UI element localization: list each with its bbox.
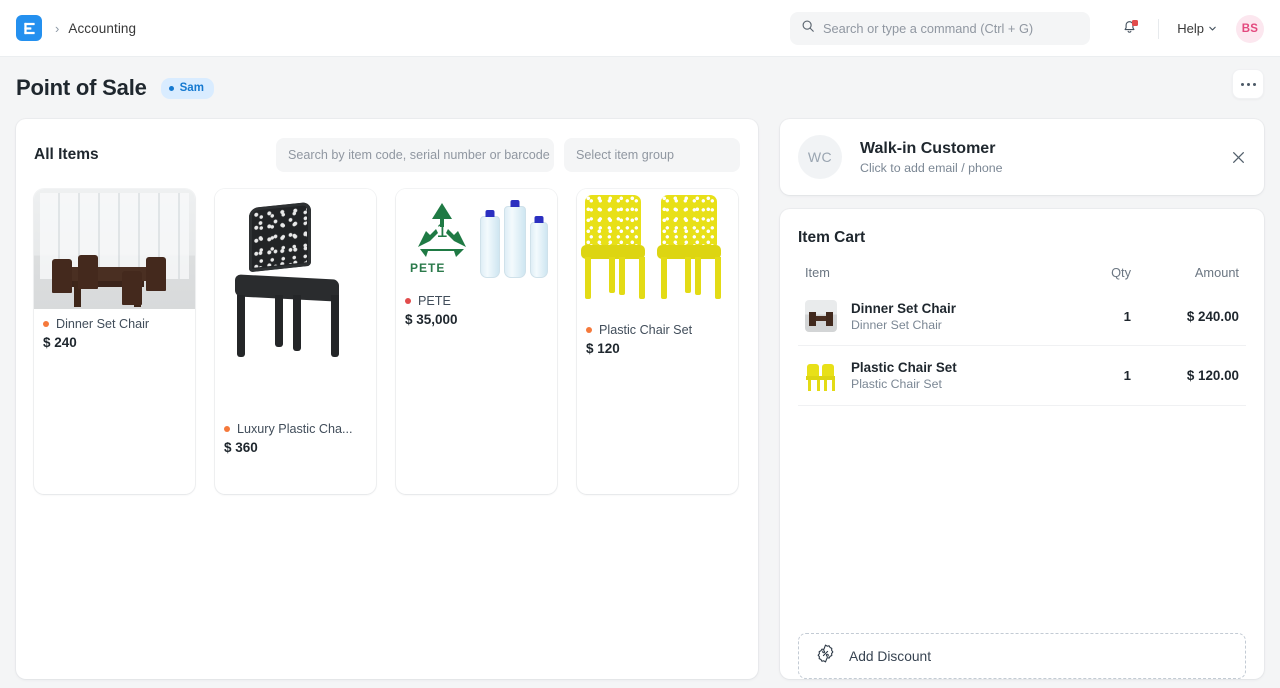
cart-item-description: Plastic Chair Set <box>851 377 1069 391</box>
cart-item-info: Plastic Chair Set Plastic Chair Set <box>851 360 1069 391</box>
page-more-menu-button[interactable] <box>1232 69 1264 99</box>
item-card[interactable]: Dinner Set Chair $ 240 <box>34 189 195 494</box>
plastic-chair-set-photo <box>577 189 738 315</box>
cart-item-name: Plastic Chair Set <box>851 360 1069 375</box>
help-label: Help <box>1177 21 1204 36</box>
erpnext-logo-icon[interactable] <box>16 15 42 41</box>
global-search-container: Search or type a command (Ctrl + G) <box>790 12 1090 45</box>
item-card[interactable]: Plastic Chair Set $ 120 <box>577 189 738 494</box>
pos-layout: All Items Search by item code, serial nu… <box>0 119 1280 679</box>
cart-row[interactable]: Dinner Set Chair Dinner Set Chair 1 $ 24… <box>798 286 1246 346</box>
item-card[interactable]: Luxury Plastic Cha... $ 360 <box>215 189 376 494</box>
dinner-set-chair-thumb <box>805 300 837 332</box>
customer-text: Walk-in Customer Click to add email / ph… <box>860 140 1003 175</box>
item-name-row: PETE <box>405 294 548 308</box>
cart-item-qty: 1 <box>1069 368 1131 383</box>
stock-indicator-dot <box>405 298 411 304</box>
ellipsis-icon-dot <box>1253 83 1256 86</box>
item-cart-panel: Item Cart Item Qty Amount Dinner Set Cha… <box>780 209 1264 679</box>
item-name-row: Luxury Plastic Cha... <box>224 422 367 436</box>
add-discount-label: Add Discount <box>849 649 931 664</box>
stock-indicator-dot <box>586 327 592 333</box>
page-title: Point of Sale <box>16 75 147 101</box>
pos-right-column: WC Walk-in Customer Click to add email /… <box>780 119 1264 679</box>
cart-item-qty: 1 <box>1069 309 1131 324</box>
item-name-row: Plastic Chair Set <box>586 323 729 337</box>
cart-table-header: Item Qty Amount <box>798 265 1246 280</box>
discount-percent-badge-icon <box>815 643 836 669</box>
stock-indicator-dot <box>224 426 230 432</box>
item-selector-panel: All Items Search by item code, serial nu… <box>16 119 758 679</box>
luxury-plastic-chair-photo <box>215 189 376 414</box>
item-card-meta: Dinner Set Chair $ 240 <box>34 309 195 350</box>
stock-indicator-dot <box>43 321 49 327</box>
help-menu-button[interactable]: Help <box>1171 16 1223 41</box>
status-badge-label: Sam <box>180 82 204 94</box>
page-header: Point of Sale Sam <box>0 57 1280 119</box>
chevron-down-icon <box>1208 21 1217 36</box>
global-search-placeholder: Search or type a command (Ctrl + G) <box>823 21 1033 36</box>
item-card-meta: PETE $ 35,000 <box>396 286 557 327</box>
close-icon[interactable] <box>1228 147 1248 167</box>
svg-text:1: 1 <box>436 220 447 242</box>
item-card-meta: Plastic Chair Set $ 120 <box>577 315 738 356</box>
cart-item-info: Dinner Set Chair Dinner Set Chair <box>851 301 1069 332</box>
add-discount-button[interactable]: Add Discount <box>798 633 1246 679</box>
item-name-row: Dinner Set Chair <box>43 317 186 331</box>
dinner-set-chair-photo <box>34 189 195 309</box>
item-price: $ 360 <box>224 440 367 455</box>
item-card[interactable]: 1 PETE PETE $ 35,000 <box>396 189 557 494</box>
cart-row[interactable]: Plastic Chair Set Plastic Chair Set 1 $ … <box>798 346 1246 406</box>
column-header-qty: Qty <box>1069 265 1131 280</box>
item-card-meta: Luxury Plastic Cha... $ 360 <box>215 414 376 455</box>
column-header-amount: Amount <box>1131 265 1239 280</box>
item-selector-header: All Items Search by item code, serial nu… <box>34 137 740 173</box>
status-dot-icon <box>169 86 174 91</box>
user-avatar[interactable]: BS <box>1236 15 1264 43</box>
customer-name: Walk-in Customer <box>860 140 1003 158</box>
notifications-button[interactable] <box>1112 12 1146 46</box>
item-price: $ 120 <box>586 341 729 356</box>
item-name: Plastic Chair Set <box>599 323 692 337</box>
cart-item-amount: $ 120.00 <box>1131 368 1239 383</box>
item-name: Dinner Set Chair <box>56 317 149 331</box>
global-search-input[interactable]: Search or type a command (Ctrl + G) <box>790 12 1090 45</box>
cart-rows: Dinner Set Chair Dinner Set Chair 1 $ 24… <box>798 286 1246 406</box>
item-grid: Dinner Set Chair $ 240 <box>34 189 740 494</box>
customer-card[interactable]: WC Walk-in Customer Click to add email /… <box>780 119 1264 195</box>
item-search-placeholder: Search by item code, serial number or ba… <box>288 148 550 162</box>
customer-contact-hint[interactable]: Click to add email / phone <box>860 161 1003 175</box>
column-header-item: Item <box>805 265 1069 280</box>
navbar-actions: Help BS <box>1112 0 1264 57</box>
status-badge: Sam <box>161 78 214 99</box>
item-name: Luxury Plastic Cha... <box>237 422 353 436</box>
top-navbar: › Accounting Search or type a command (C… <box>0 0 1280 57</box>
pete-recycling-photo: 1 PETE <box>396 189 557 286</box>
breadcrumb-accounting-link[interactable]: Accounting <box>68 21 136 36</box>
cart-item-amount: $ 240.00 <box>1131 309 1239 324</box>
customer-avatar: WC <box>798 135 842 179</box>
item-price: $ 240 <box>43 335 186 350</box>
item-group-placeholder: Select item group <box>576 148 674 162</box>
item-name: PETE <box>418 294 451 308</box>
plastic-chair-set-thumb <box>805 360 837 392</box>
cart-item-description: Dinner Set Chair <box>851 318 1069 332</box>
item-cart-title: Item Cart <box>798 229 1246 247</box>
cart-item-name: Dinner Set Chair <box>851 301 1069 316</box>
item-group-select[interactable]: Select item group <box>564 138 740 172</box>
notification-badge-dot <box>1132 20 1138 26</box>
item-search-input[interactable]: Search by item code, serial number or ba… <box>276 138 554 172</box>
navbar-divider <box>1158 19 1159 39</box>
search-icon <box>801 19 815 38</box>
all-items-title: All Items <box>34 146 99 164</box>
breadcrumb-separator-icon: › <box>55 21 59 36</box>
item-price: $ 35,000 <box>405 312 548 327</box>
ellipsis-icon-dot <box>1247 83 1250 86</box>
ellipsis-icon-dot <box>1241 83 1244 86</box>
